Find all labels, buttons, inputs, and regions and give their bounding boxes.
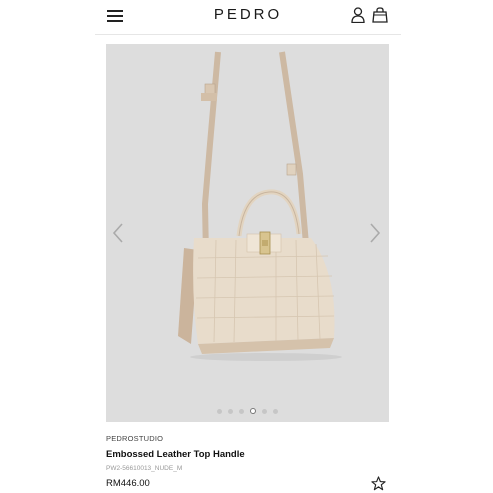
shopping-bag-icon[interactable] [372,7,388,23]
carousel-dot[interactable] [228,409,233,414]
product-image-carousel[interactable] [106,44,389,422]
top-bar: PEDRO [95,0,401,34]
user-icon[interactable] [351,7,365,23]
product-image [178,51,342,361]
header-divider [95,34,401,35]
product-sku: PW2-56610013_NUDE_M [106,465,183,472]
carousel-dot[interactable] [239,409,244,414]
chevron-right-icon[interactable] [369,222,381,244]
chevron-left-icon[interactable] [112,222,124,244]
product-page: PEDRO PEDROSTUDIO Embossed Leather Top H… [95,0,401,493]
carousel-dot[interactable] [217,409,222,414]
carousel-dot[interactable] [262,409,267,414]
carousel-dot-active[interactable] [250,408,256,414]
carousel-dot[interactable] [273,409,278,414]
carousel-dots [106,408,389,414]
product-brand: PEDROSTUDIO [106,434,164,443]
star-icon[interactable] [371,476,386,491]
product-price: RM446.00 [106,478,150,489]
product-name: Embossed Leather Top Handle [106,449,245,460]
